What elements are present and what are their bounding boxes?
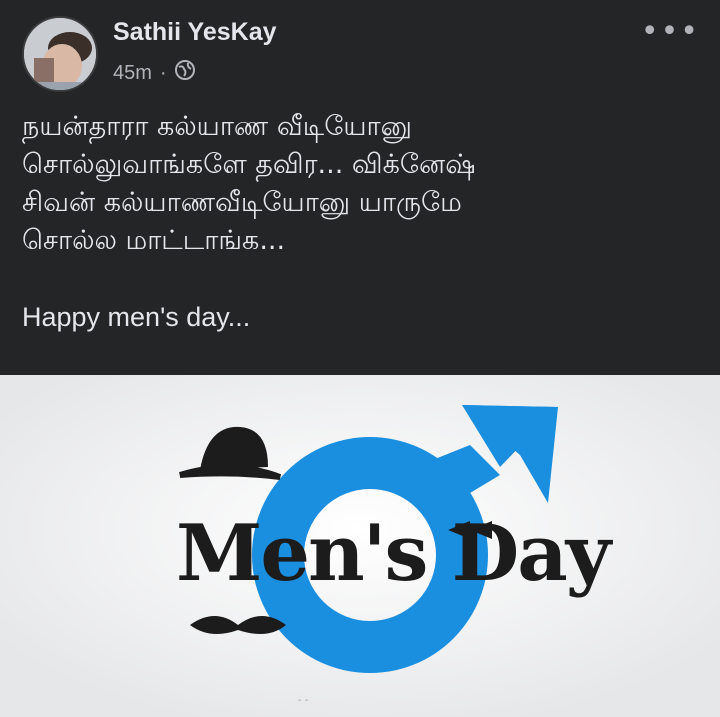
post-time[interactable]: 45m xyxy=(113,62,152,85)
text-spacer xyxy=(22,260,700,298)
meta-separator: · xyxy=(159,61,167,84)
avatar-photo xyxy=(24,18,96,90)
post-image[interactable]: Men's Day - - xyxy=(0,375,720,717)
post-meta: 45m · xyxy=(113,60,195,86)
post-text-line: சிவன் கல்யாணவீடியோனு யாருமே xyxy=(22,187,462,218)
author-name[interactable]: Sathii YesKay xyxy=(113,18,277,47)
avatar[interactable] xyxy=(22,16,98,92)
more-options-button[interactable]: ••• xyxy=(641,14,700,49)
post-text-line: சொல்ல மாட்டாங்க... xyxy=(22,225,286,256)
facebook-post: Sathii YesKay 45m · ••• நயன்தாரா கல்யாண … xyxy=(0,0,720,375)
post-text-line: நயன்தாரா கல்யாண வீடியோனு xyxy=(22,111,412,142)
post-text-footer: Happy men's day... xyxy=(22,302,251,332)
mens-day-graphic: Men's Day - - xyxy=(0,375,720,717)
post-text-line: சொல்லுவாங்களே தவிர... விக்னேஷ் xyxy=(22,149,476,180)
globe-icon[interactable] xyxy=(174,60,195,86)
mens-day-lettering: Men's Day xyxy=(176,508,614,599)
image-artifact: - - xyxy=(298,695,309,706)
post-text: நயன்தாரா கல்யாண வீடியோனு சொல்லுவாங்களே த… xyxy=(22,108,700,336)
